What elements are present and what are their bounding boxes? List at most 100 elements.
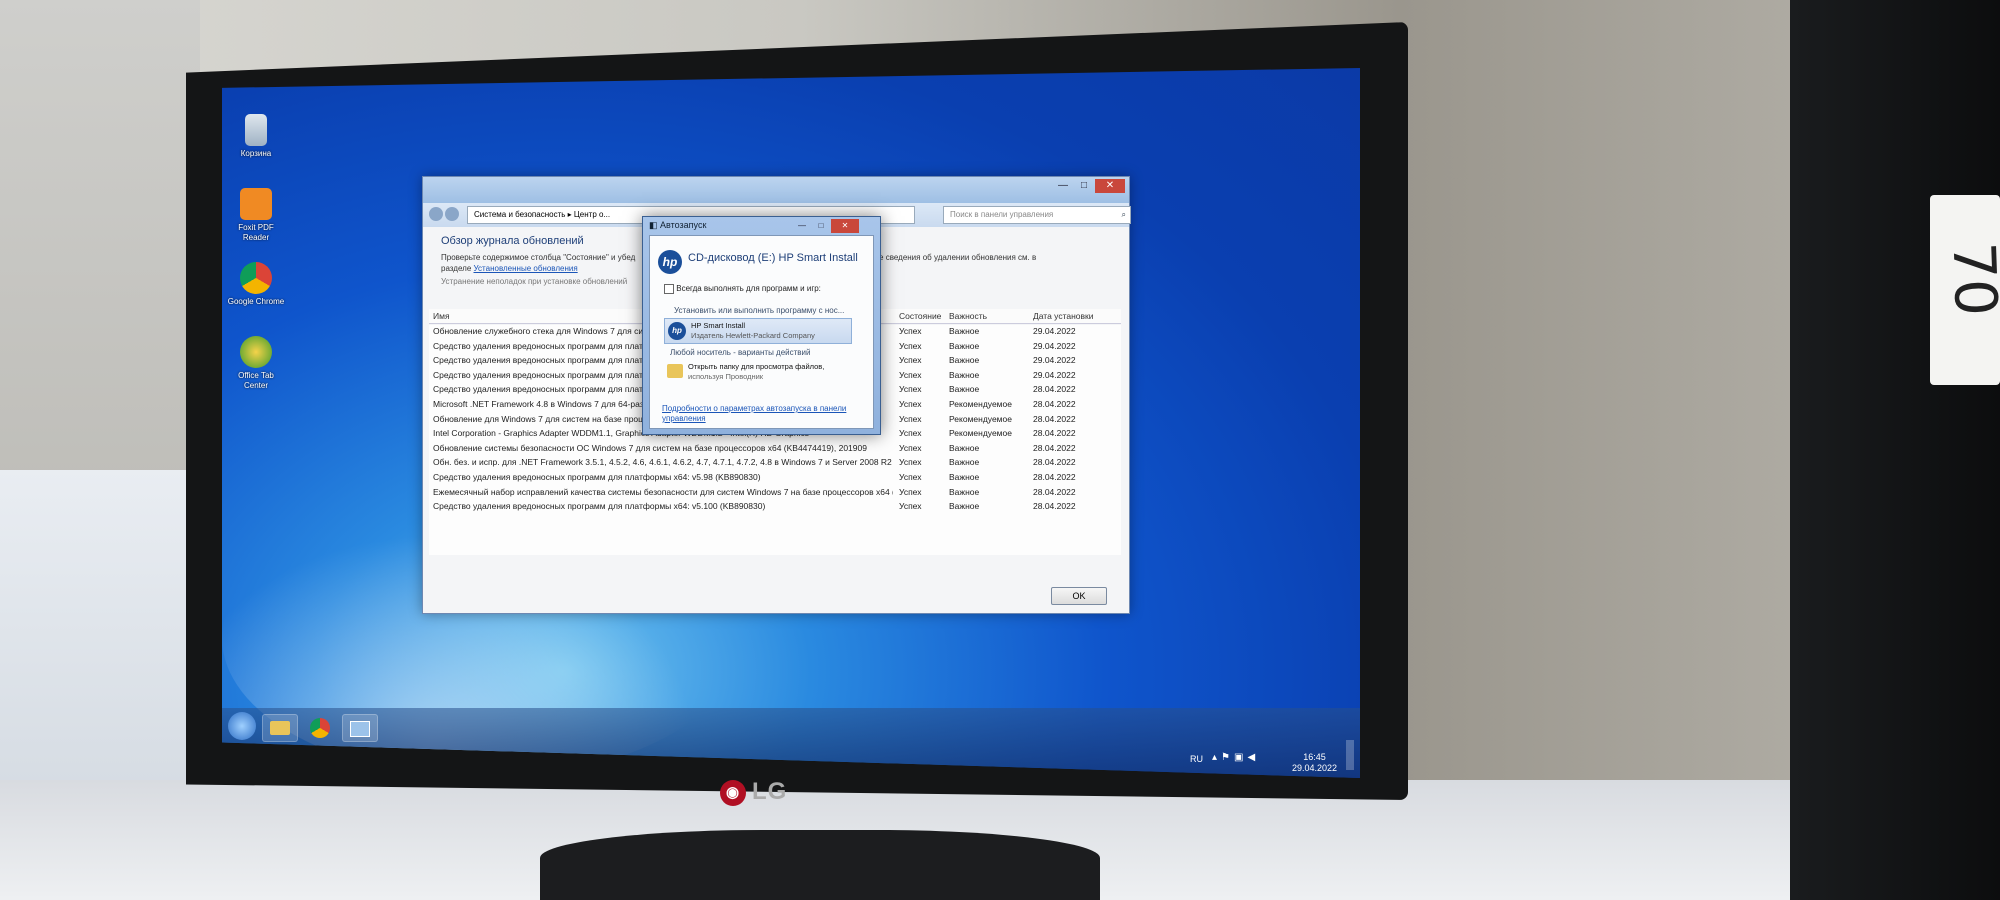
folder-icon [667, 364, 683, 378]
row-name: Ежемесячный набор исправлений качества с… [433, 486, 893, 497]
row-importance: Важное [949, 457, 980, 468]
show-desktop-button[interactable] [1346, 740, 1354, 770]
minimize-button[interactable]: — [1053, 179, 1073, 193]
row-date: 29.04.2022 [1033, 326, 1076, 336]
search-input[interactable]: Поиск в панели управления ⌕ [943, 206, 1131, 224]
row-date: 28.04.2022 [1033, 457, 1076, 468]
autorun-maximize-button[interactable]: □ [812, 219, 830, 233]
row-importance: Важное [949, 442, 980, 453]
open-folder-option[interactable]: Открыть папку для просмотра файлов, испо… [664, 362, 850, 384]
chrome-icon [240, 262, 272, 294]
column-header-status[interactable]: Состояние [899, 311, 941, 321]
table-row[interactable]: Обн. без. и испр. для .NET Framework 3.5… [429, 456, 1121, 470]
row-status: Успех [899, 501, 922, 512]
row-name: Средство удаления вредоносных программ д… [433, 472, 761, 482]
taskbar-control-panel[interactable] [342, 714, 378, 742]
desktop-icon-foxit[interactable]: Foxit PDF Reader [226, 188, 286, 243]
row-importance: Важное [949, 472, 980, 482]
autorun-title: ◧ Автозапуск [649, 220, 706, 231]
row-status: Успех [899, 486, 922, 497]
installed-updates-link[interactable]: Установленные обновления [474, 264, 578, 273]
description-left: Проверьте содержимое столбца "Состояние"… [441, 253, 636, 262]
table-row[interactable]: Средство удаления вредоносных программ д… [429, 471, 1121, 485]
any-media-section-label: Любой носитель - варианты действий [670, 348, 811, 357]
desktop-icon-chrome[interactable]: Google Chrome [226, 262, 286, 307]
clock-date: 29.04.2022 [1292, 763, 1338, 773]
table-row[interactable]: Обновление системы безопасности ОС Windo… [429, 442, 1121, 456]
back-icon[interactable] [429, 207, 443, 221]
maximize-button[interactable]: □ [1074, 179, 1094, 193]
row-status: Успех [899, 428, 922, 439]
control-panel-icon [350, 721, 370, 737]
screen: Корзина Foxit PDF Reader Google Chrome O… [222, 68, 1360, 778]
table-row[interactable]: Средство удаления вредоносных программ д… [429, 500, 1121, 514]
row-date: 28.04.2022 [1033, 384, 1076, 395]
pc-tower [1790, 0, 2000, 900]
foxit-pdf-icon [240, 188, 272, 220]
column-header-importance[interactable]: Важность [949, 311, 987, 321]
row-name: Средство удаления вредоносных программ д… [433, 384, 666, 395]
description-prefix: разделе [441, 264, 474, 273]
clock[interactable]: 16:45 29.04.2022 [1292, 752, 1337, 774]
desktop-icon-label: Office Tab Center [238, 371, 274, 390]
row-importance: Важное [949, 340, 980, 351]
start-button[interactable] [228, 712, 256, 740]
breadcrumb-item[interactable]: Центр о... [574, 210, 610, 219]
autorun-dialog: ◧ Автозапуск — □ ✕ hp CD-дисковод (E:) H… [642, 216, 881, 435]
recycle-bin-icon [245, 114, 267, 146]
autorun-settings-link[interactable]: Подробности о параметрах автозапуска в п… [662, 404, 862, 424]
hp-program-icon: hp [668, 322, 686, 340]
always-checkbox-label: Всегда выполнять для программ и игр: [676, 284, 821, 294]
row-status: Успех [899, 384, 922, 395]
action-center-flag-icon[interactable]: ⚑ [1221, 752, 1234, 763]
volume-icon[interactable]: ◀ [1247, 752, 1259, 763]
desktop-icon-office-tab[interactable]: Office Tab Center [226, 336, 286, 391]
taskbar-chrome[interactable] [302, 714, 338, 742]
row-name: Обн. без. и испр. для .NET Framework 3.5… [433, 457, 893, 468]
table-row[interactable]: Ежемесячный набор исправлений качества с… [429, 486, 1121, 500]
install-section-label: Установить или выполнить программу с нос… [674, 306, 845, 315]
autorun-minimize-button[interactable]: — [793, 219, 811, 233]
always-checkbox[interactable] [664, 284, 674, 294]
row-status: Успех [899, 399, 922, 409]
row-date: 28.04.2022 [1033, 399, 1076, 409]
show-hidden-icons-icon[interactable]: ▴ [1212, 752, 1221, 763]
column-header-name[interactable]: Имя [433, 311, 450, 321]
monitor-brand: LG [752, 778, 788, 805]
row-importance: Важное [949, 486, 980, 497]
row-date: 28.04.2022 [1033, 413, 1076, 424]
row-name: Средство удаления вредоносных программ д… [433, 501, 766, 512]
open-folder-line2: используя Проводник [688, 372, 764, 381]
tower-sticker: 70 [1930, 195, 2000, 385]
taskbar-explorer[interactable] [262, 714, 298, 742]
forward-icon[interactable] [445, 207, 459, 221]
open-folder-line1: Открыть папку для просмотра файлов, [688, 362, 825, 371]
desktop-icon-recycle-bin[interactable]: Корзина [226, 114, 286, 159]
ok-button[interactable]: OK [1051, 587, 1107, 605]
autorun-title-icon: ◧ [649, 220, 658, 230]
network-icon[interactable]: ▣ [1234, 752, 1247, 763]
always-checkbox-row[interactable]: Всегда выполнять для программ и игр: [664, 284, 821, 294]
row-importance: Рекомендуемое [949, 413, 1012, 424]
desktop-icon-label: Корзина [240, 149, 272, 158]
language-indicator[interactable]: RU [1190, 754, 1203, 764]
program-name: HP Smart Install [691, 321, 746, 330]
row-name: Обновление системы безопасности ОС Windo… [433, 442, 867, 453]
hp-smart-install-option[interactable]: hp HP Smart Install Издатель Hewlett-Pac… [664, 318, 852, 344]
row-importance: Важное [949, 384, 980, 395]
autorun-close-button[interactable]: ✕ [831, 219, 859, 233]
column-header-date[interactable]: Дата установки [1033, 311, 1094, 321]
program-publisher: Издатель Hewlett-Packard Company [691, 331, 815, 340]
office-tab-icon [240, 336, 272, 368]
desktop-icon-label: Google Chrome [227, 297, 285, 306]
close-button[interactable]: ✕ [1095, 179, 1125, 193]
row-importance: Рекомендуемое [949, 428, 1012, 439]
row-importance: Важное [949, 369, 980, 380]
row-importance: Важное [949, 326, 980, 336]
search-icon[interactable]: ⌕ [1122, 207, 1126, 223]
autorun-body: hp CD-дисковод (E:) HP Smart Install Все… [649, 235, 874, 429]
row-status: Успех [899, 369, 922, 380]
breadcrumb-item[interactable]: Система и безопасность [474, 210, 565, 219]
desktop-icon-label: Foxit PDF Reader [238, 223, 274, 242]
row-name: Средство удаления вредоносных программ д… [433, 340, 666, 351]
